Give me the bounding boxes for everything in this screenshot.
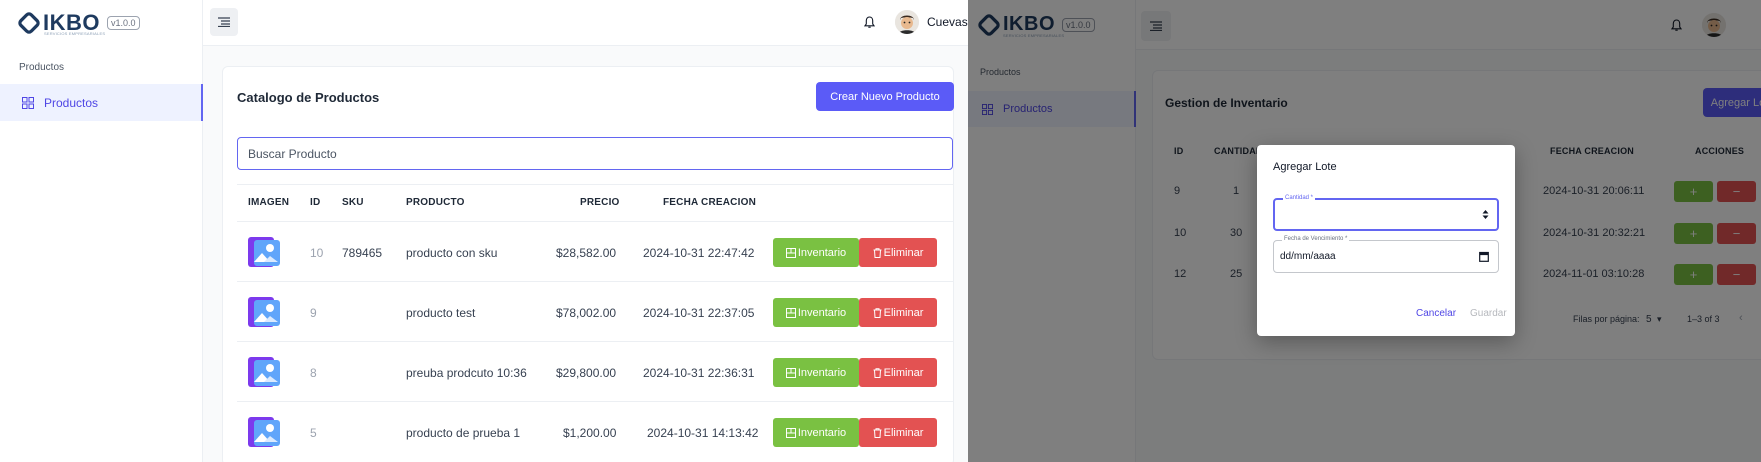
- cell-product: producto test: [406, 306, 476, 320]
- column-header-sku: SKU: [342, 197, 364, 208]
- trash-icon: [873, 427, 882, 438]
- table-top-border: [237, 184, 953, 185]
- sidebar-section-title: Productos: [19, 62, 65, 73]
- inventory-button[interactable]: Inventario: [773, 358, 859, 387]
- column-header-imagen: IMAGEN: [248, 197, 290, 208]
- row-divider: [237, 401, 953, 402]
- cell-product: producto de prueba 1: [406, 426, 521, 440]
- grid-icon: [22, 96, 34, 109]
- delete-button[interactable]: Eliminar: [859, 298, 937, 327]
- delete-button[interactable]: Eliminar: [859, 358, 937, 387]
- create-product-button[interactable]: Crear Nuevo Producto: [816, 82, 954, 111]
- row-divider: [237, 281, 953, 282]
- search-input[interactable]: [237, 137, 953, 170]
- inventory-button-label: Inventario: [797, 246, 847, 259]
- trash-icon: [873, 247, 882, 258]
- save-button[interactable]: Guardar: [1470, 308, 1507, 319]
- cell-created: 2024-10-31 22:37:05: [643, 306, 755, 320]
- dialog-title: Agregar Lote: [1273, 161, 1337, 173]
- user-avatar[interactable]: [895, 10, 919, 34]
- trash-icon: [873, 367, 882, 378]
- inventory-button[interactable]: Inventario: [773, 298, 859, 327]
- inventory-button-label: Inventario: [797, 306, 847, 319]
- trash-icon: [873, 307, 882, 318]
- cell-created: 2024-10-31 14:13:42: [647, 426, 759, 440]
- expiration-date-value: dd/mm/aaaa: [1280, 251, 1336, 262]
- table-header-divider: [237, 221, 953, 222]
- quantity-field[interactable]: Cantidad *: [1273, 195, 1499, 231]
- cell-sku: 789465: [342, 246, 383, 260]
- delete-button-label: Eliminar: [883, 246, 924, 259]
- sidebar: IKBO v1.0.0 SERVICIOS EMPRESARIALES Prod…: [0, 0, 203, 462]
- cell-id: 8: [310, 366, 317, 380]
- delete-button[interactable]: Eliminar: [859, 418, 937, 447]
- cell-product: producto con sku: [406, 246, 498, 260]
- screenshot-root: IKBO v1.0.0 SERVICIOS EMPRESARIALES Prod…: [0, 0, 1761, 462]
- row-divider: [237, 341, 953, 342]
- cell-id: 10: [310, 246, 324, 260]
- menu-icon: [218, 17, 230, 27]
- inventory-icon: [785, 307, 796, 318]
- add-lot-dialog: Agregar Lote Cantidad * Fecha de Vencimi…: [1257, 145, 1515, 336]
- cell-id: 9: [310, 306, 317, 320]
- catalog-screen: IKBO v1.0.0 SERVICIOS EMPRESARIALES Prod…: [0, 0, 968, 462]
- inventory-button-label: Inventario: [797, 366, 847, 379]
- sidebar-item-label: Productos: [44, 95, 99, 110]
- top-bar: Cuevas: [203, 0, 968, 46]
- delete-button-label: Eliminar: [883, 426, 924, 439]
- delete-button-label: Eliminar: [883, 306, 924, 319]
- inventory-button[interactable]: Inventario: [773, 418, 859, 447]
- cancel-button[interactable]: Cancelar: [1416, 308, 1456, 319]
- delete-button-label: Eliminar: [883, 366, 924, 379]
- notification-bell-icon[interactable]: [864, 16, 875, 29]
- expiration-date-field[interactable]: Fecha de Vencimiento * dd/mm/aaaa: [1273, 236, 1499, 273]
- menu-toggle-button[interactable]: [210, 8, 238, 36]
- product-image-icon: [248, 357, 280, 387]
- calendar-icon[interactable]: [1479, 251, 1489, 262]
- cell-id: 5: [310, 426, 317, 440]
- column-header-fecha-creacion: FECHA CREACION: [663, 197, 756, 208]
- stepper-icon[interactable]: [1482, 209, 1489, 220]
- inventory-icon: [785, 427, 796, 438]
- version-badge: v1.0.0: [107, 16, 140, 30]
- cell-price: $78,002.00: [556, 306, 617, 320]
- column-header-precio: PRECIO: [580, 197, 620, 208]
- delete-button[interactable]: Eliminar: [859, 238, 937, 267]
- cell-price: $29,800.00: [556, 366, 617, 380]
- column-header-producto: PRODUCTO: [406, 197, 465, 208]
- sidebar-item-productos[interactable]: Productos: [0, 84, 203, 121]
- user-name[interactable]: Cuevas: [927, 15, 968, 29]
- inventory-icon: [785, 367, 796, 378]
- inventory-button[interactable]: Inventario: [773, 238, 859, 267]
- logo-mark-icon: [16, 10, 42, 36]
- product-image-icon: [248, 417, 280, 447]
- quantity-label: Cantidad *: [1283, 195, 1316, 201]
- page-title: Catalogo de Productos: [237, 90, 380, 105]
- expiration-date-label: Fecha de Vencimiento *: [1282, 236, 1350, 242]
- product-image-icon: [248, 237, 280, 267]
- cell-product: preuba prodcuto 10:36: [406, 366, 527, 380]
- inventory-screen: IKBO v1.0.0 SERVICIOS EMPRESARIALES Prod…: [968, 0, 1761, 462]
- column-header-id: ID: [310, 197, 321, 208]
- inventory-icon: [785, 247, 796, 258]
- cell-created: 2024-10-31 22:36:31: [643, 366, 755, 380]
- product-image-icon: [248, 297, 280, 327]
- avatar-face-icon: [895, 10, 919, 34]
- cell-price: $1,200.00: [563, 426, 617, 440]
- brand-tagline: SERVICIOS EMPRESARIALES: [44, 31, 106, 36]
- cell-price: $28,582.00: [556, 246, 617, 260]
- inventory-button-label: Inventario: [797, 426, 847, 439]
- cell-created: 2024-10-31 22:47:42: [643, 246, 755, 260]
